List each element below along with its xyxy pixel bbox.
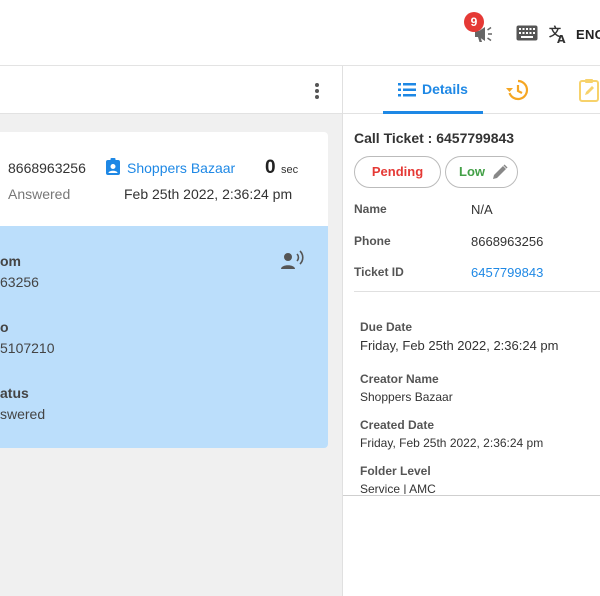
- history-icon[interactable]: [505, 78, 529, 102]
- created-date-value: Friday, Feb 25th 2022, 2:36:24 pm: [360, 436, 544, 450]
- phone-label: Phone: [354, 234, 391, 248]
- call-duration: 0: [265, 157, 276, 178]
- svg-text:A: A: [557, 33, 566, 44]
- call-duration-unit: sec: [281, 164, 299, 176]
- call-phone-number: 8668963256: [8, 160, 86, 176]
- call-panel-header: [0, 66, 342, 114]
- ticket-tabs: Details: [343, 66, 600, 114]
- status-value: swered: [0, 406, 46, 422]
- to-label: o: [0, 319, 9, 335]
- creator-name-value: Shoppers Bazaar: [360, 390, 453, 404]
- voice-person-icon: [281, 250, 304, 269]
- priority-pill[interactable]: Low: [445, 156, 518, 188]
- status-label: atus: [0, 385, 29, 401]
- call-detail-card: om 63256 o 5107210 atus swered: [0, 226, 328, 448]
- due-date-value: Friday, Feb 25th 2022, 2:36:24 pm: [360, 338, 559, 353]
- list-icon: [398, 83, 416, 97]
- ticket-id-label: Ticket ID: [354, 265, 404, 279]
- ticket-title: Call Ticket : 6457799843: [354, 130, 515, 146]
- notification-badge: 9: [464, 12, 484, 32]
- name-label: Name: [354, 202, 387, 216]
- call-summary-card[interactable]: 8668963256 Answered Shoppers Bazaar 0 se…: [0, 132, 328, 226]
- tab-details-label: Details: [422, 81, 468, 97]
- ticket-panel: Details Call Ticket : 6457799843 Pending…: [342, 66, 600, 596]
- ticket-info-section: Due Date Friday, Feb 25th 2022, 2:36:24 …: [354, 292, 600, 494]
- translate-icon[interactable]: 文 A: [549, 24, 569, 44]
- created-date-label: Created Date: [360, 418, 435, 432]
- folder-level-label: Folder Level: [360, 464, 431, 478]
- from-value: 63256: [0, 274, 39, 290]
- call-date: Feb 25th 2022, 2:36:24 pm: [124, 186, 293, 202]
- panel-divider: [343, 495, 600, 496]
- keyboard-icon[interactable]: [516, 25, 538, 41]
- status-pill[interactable]: Pending: [354, 156, 441, 188]
- contact-name-link[interactable]: Shoppers Bazaar: [127, 160, 235, 176]
- due-date-label: Due Date: [360, 320, 413, 334]
- call-panel: 8668963256 Answered Shoppers Bazaar 0 se…: [0, 66, 342, 596]
- top-bar: 9 文 A ENG: [0, 0, 600, 66]
- phone-value: 8668963256: [471, 234, 544, 249]
- to-value: 5107210: [0, 340, 55, 356]
- ticket-id-link[interactable]: 6457799843: [471, 265, 543, 280]
- name-value: N/A: [471, 202, 493, 217]
- contact-badge-icon: [106, 158, 120, 175]
- folder-level-value: Service | AMC: [360, 482, 436, 494]
- from-label: om: [0, 253, 21, 269]
- tab-details[interactable]: Details: [383, 66, 483, 114]
- creator-name-label: Creator Name: [360, 372, 439, 386]
- priority-pill-label: Low: [459, 164, 485, 179]
- status-pill-label: Pending: [371, 164, 424, 179]
- language-selector[interactable]: ENG: [576, 27, 600, 42]
- pencil-icon[interactable]: [491, 163, 509, 181]
- more-options-icon[interactable]: [311, 81, 323, 101]
- note-icon[interactable]: [579, 78, 599, 102]
- call-status: Answered: [8, 186, 71, 202]
